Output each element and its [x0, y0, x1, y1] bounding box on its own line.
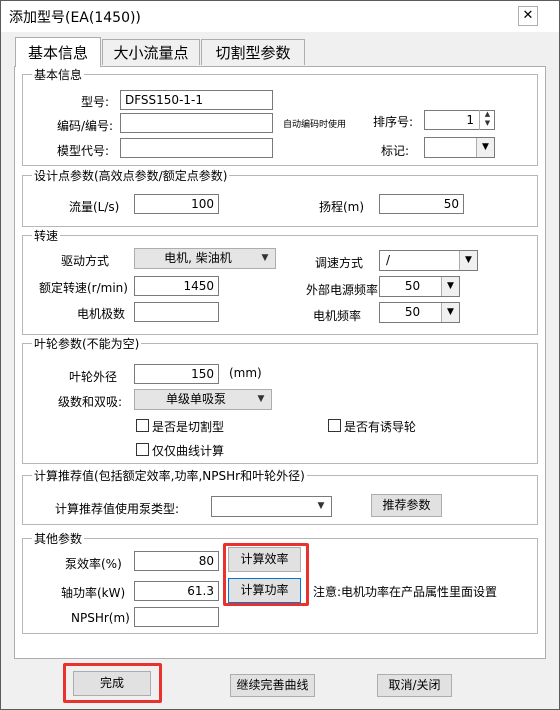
power-input[interactable]: 61.3 — [134, 581, 219, 601]
group-title: 基本信息 — [32, 66, 85, 83]
chevron-down-icon: ▼ — [317, 501, 325, 511]
npshr-input[interactable] — [134, 607, 219, 627]
poles-input[interactable] — [134, 302, 219, 322]
power-label: 轴功率(kW) — [61, 586, 126, 600]
chevron-down-icon: ▼ — [257, 394, 265, 404]
close-icon: ✕ — [522, 8, 534, 23]
stage-label: 级数和双吸: — [58, 395, 123, 409]
tab-label: 基本信息 — [27, 44, 88, 62]
is-cut-label: 是否是切割型 — [152, 420, 225, 434]
rated-speed-input[interactable]: 1450 — [134, 276, 219, 296]
is-cut-checkbox[interactable] — [136, 419, 149, 432]
tab-cut-params[interactable]: 切割型参数 — [201, 39, 305, 65]
order-label: 排序号: — [373, 115, 414, 129]
recommend-params-button[interactable]: 推荐参数 — [371, 494, 442, 517]
regulate-label: 调速方式 — [315, 256, 364, 270]
motor-freq-value: 50 — [404, 305, 421, 319]
pump-type-label: 计算推荐值使用泵类型: — [55, 502, 180, 516]
model-label: 型号: — [81, 95, 110, 109]
auto-code-hint: 自动编码时使用 — [283, 120, 347, 130]
code-input[interactable] — [120, 113, 273, 133]
group-title: 其他参数 — [32, 530, 85, 547]
order-value: 1 — [466, 113, 474, 127]
chevron-down-icon: ▼ — [441, 303, 459, 322]
title-bar: 添加型号(EA(1450)) ✕ — [1, 1, 559, 32]
chevron-down-icon: ▼ — [441, 277, 459, 296]
diameter-unit: (mm) — [229, 366, 262, 380]
drive-value: 电机, 柴油机 — [164, 251, 232, 265]
curve-only-checkbox[interactable] — [136, 443, 149, 456]
poles-label: 电机极数 — [77, 307, 126, 321]
tab-label: 切割型参数 — [215, 44, 291, 62]
close-button[interactable]: ✕ — [518, 6, 538, 26]
chevron-down-icon: ▼ — [476, 138, 494, 157]
efficiency-label: 泵效率(%) — [65, 557, 122, 571]
highlight-calc-buttons — [223, 543, 309, 606]
model-input[interactable]: DFSS150-1-1 — [120, 90, 273, 110]
group-title: 计算推荐值(包括额定效率,功率,NPSHr和叶轮外径) — [32, 467, 307, 484]
stage-value: 单级单吸泵 — [165, 392, 226, 406]
ext-freq-label: 外部电源频率 — [306, 283, 379, 297]
flow-input[interactable]: 100 — [134, 194, 219, 214]
motor-freq-select[interactable]: 50 ▼ — [379, 302, 460, 323]
tab-flow-points[interactable]: 大小流量点 — [102, 39, 200, 65]
ext-freq-select[interactable]: 50 ▼ — [379, 276, 460, 297]
drive-label: 驱动方式 — [61, 254, 110, 268]
spin-arrows-icon[interactable]: ▲ ▼ — [479, 110, 495, 130]
regulate-value: / — [386, 253, 391, 267]
group-title: 设计点参数(高效点参数/额定点参数) — [32, 167, 230, 184]
has-inducer-checkbox[interactable] — [328, 419, 341, 432]
mark-label: 标记: — [381, 144, 410, 158]
model-code-label: 模型代号: — [57, 144, 110, 158]
motor-freq-label: 电机频率 — [313, 309, 362, 323]
code-label: 编码/编号: — [57, 119, 114, 133]
npshr-label: NPSHr(m) — [71, 611, 130, 625]
window-title: 添加型号(EA(1450)) — [9, 10, 141, 26]
chevron-down-icon: ▼ — [261, 253, 269, 263]
diameter-input[interactable]: 150 — [134, 364, 219, 384]
curve-only-label: 仅仅曲线计算 — [152, 444, 225, 458]
drive-select[interactable]: 电机, 柴油机 ▼ — [134, 248, 276, 269]
rated-speed-label: 额定转速(r/min) — [39, 281, 128, 295]
group-title: 叶轮参数(不能为空) — [32, 335, 142, 352]
mark-select[interactable]: ▼ — [424, 137, 495, 158]
head-label: 扬程(m) — [319, 200, 365, 214]
chevron-down-icon: ▼ — [459, 251, 477, 270]
group-title: 转速 — [32, 227, 61, 244]
highlight-finish-button — [63, 663, 162, 703]
power-note: 注意:电机功率在产品属性里面设置 — [313, 585, 498, 599]
dialog-window: 添加型号(EA(1450)) ✕ 基本信息 大小流量点 切割型参数 基本信息 型… — [0, 0, 560, 710]
continue-curve-button[interactable]: 继续完善曲线 — [230, 674, 315, 697]
has-inducer-label: 是否有诱导轮 — [344, 420, 417, 434]
head-input[interactable]: 50 — [379, 194, 464, 214]
tab-basic-info[interactable]: 基本信息 — [15, 37, 101, 67]
efficiency-input[interactable]: 80 — [134, 551, 219, 571]
model-code-input[interactable] — [120, 138, 273, 158]
cancel-close-button[interactable]: 取消/关闭 — [377, 674, 452, 697]
pump-type-select[interactable]: ▼ — [211, 496, 332, 517]
stage-select[interactable]: 单级单吸泵 ▼ — [134, 389, 272, 410]
flow-label: 流量(L/s) — [69, 200, 120, 214]
tab-label: 大小流量点 — [113, 44, 189, 62]
diameter-label: 叶轮外径 — [69, 370, 118, 384]
regulate-select[interactable]: / ▼ — [379, 250, 478, 271]
ext-freq-value: 50 — [404, 279, 421, 293]
